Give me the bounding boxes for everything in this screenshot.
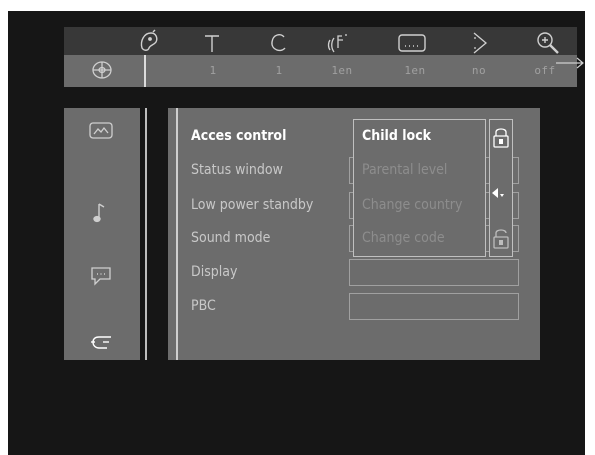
disc-icon bbox=[91, 58, 113, 82]
submenu-item-parental-level[interactable]: Parental level bbox=[362, 162, 447, 178]
menu-item-pbc[interactable]: PBC bbox=[191, 298, 216, 314]
menu-item-low-power-standby[interactable]: Low power standby bbox=[191, 197, 313, 213]
status-angle-value: no bbox=[471, 64, 487, 77]
submenu-item-change-code[interactable]: Change code bbox=[362, 230, 445, 246]
display-value-box[interactable] bbox=[349, 259, 519, 286]
features-settings-icon[interactable] bbox=[89, 332, 113, 352]
status-zoom-value: off bbox=[534, 64, 556, 77]
status-audio-value: 1en bbox=[331, 64, 353, 77]
language-settings-icon[interactable] bbox=[89, 265, 113, 287]
status-separator bbox=[144, 55, 146, 87]
subtitle-box-icon[interactable] bbox=[397, 33, 427, 53]
angle-icon[interactable] bbox=[470, 31, 490, 55]
menu-item-acces-control[interactable]: Acces control bbox=[191, 128, 286, 144]
menu-item-status-window[interactable]: Status window bbox=[191, 162, 283, 178]
panel-divider bbox=[176, 108, 178, 360]
pbc-value-box[interactable] bbox=[349, 293, 519, 320]
status-subtitle-value: 1en bbox=[404, 64, 426, 77]
status-title-value: 1 bbox=[209, 64, 217, 77]
sidebar-divider bbox=[145, 108, 147, 360]
lock-closed-icon[interactable] bbox=[492, 125, 510, 149]
dvd-osd-screen: 1 1 1en 1en no off Acces control Status … bbox=[8, 11, 585, 455]
status-chapter-value: 1 bbox=[275, 64, 283, 77]
subtitle-icon[interactable] bbox=[138, 29, 160, 53]
audio-icon[interactable] bbox=[326, 30, 354, 54]
menu-item-display[interactable]: Display bbox=[191, 264, 237, 280]
sound-settings-icon[interactable] bbox=[93, 201, 109, 225]
menu-item-sound-mode[interactable]: Sound mode bbox=[191, 230, 270, 246]
title-icon[interactable] bbox=[203, 33, 221, 53]
lock-open-icon[interactable] bbox=[492, 226, 510, 250]
chapter-icon[interactable] bbox=[269, 32, 287, 54]
picture-settings-icon[interactable] bbox=[88, 121, 114, 141]
submenu-item-child-lock[interactable]: Child lock bbox=[362, 128, 431, 144]
selector-arrow-icon[interactable] bbox=[491, 187, 505, 201]
settings-sidebar bbox=[64, 108, 140, 360]
zoom-icon[interactable] bbox=[536, 31, 562, 55]
submenu-item-change-country[interactable]: Change country bbox=[362, 197, 462, 213]
